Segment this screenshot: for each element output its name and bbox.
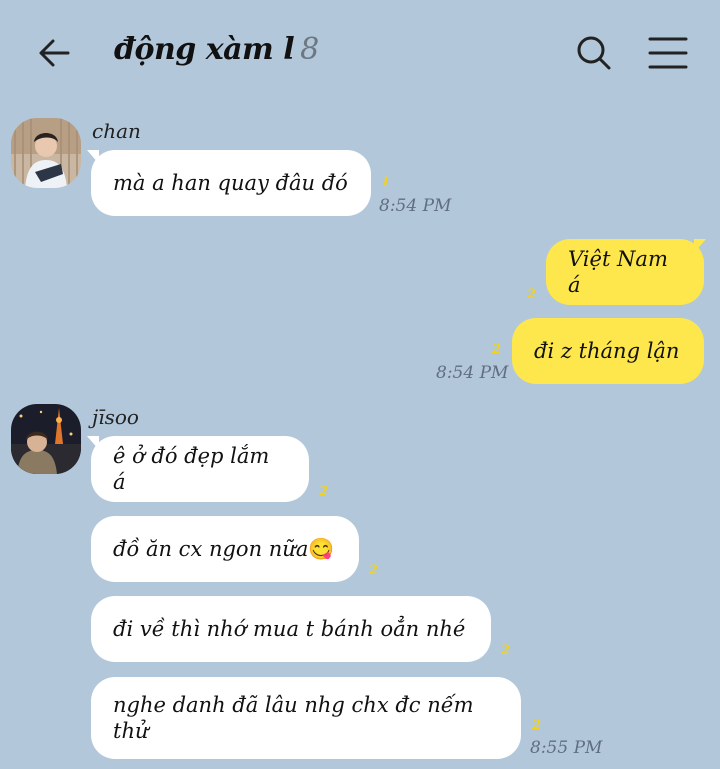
message-time: 8:54 PM <box>379 196 452 216</box>
unread-count: 2 <box>532 718 542 733</box>
message-bubble[interactable]: mà a han quay đâu đó <box>91 150 371 216</box>
message-bubble[interactable]: nghe danh đã lâu nhg chx đc nếm thử <box>91 677 521 759</box>
message-bubble[interactable]: ê ở đó đẹp lắm á <box>91 436 309 502</box>
menu-button[interactable] <box>646 35 690 71</box>
chat-title: động xàm l8 <box>114 32 319 67</box>
message-text: mà a han quay đâu đó <box>113 170 348 195</box>
yum-emoji: 😋 <box>308 536 335 561</box>
chat-name: động xàm l <box>114 32 295 67</box>
message-text: đi về thì nhớ mua t bánh oẳn nhé <box>113 616 466 641</box>
unread-count: 2 <box>492 342 502 357</box>
unread-count: 2 <box>319 484 329 499</box>
sender-name: chan <box>92 119 141 143</box>
message-text: đi z tháng lận <box>534 338 680 363</box>
arrow-left-icon <box>39 39 70 67</box>
message-bubble[interactable]: đi z tháng lận <box>512 318 704 384</box>
member-count: 8 <box>300 32 319 67</box>
unread-count: 2 <box>369 563 379 578</box>
message-time: 8:55 PM <box>530 738 603 758</box>
message-text: ê ở đó đẹp lắm á <box>113 443 270 494</box>
message-text: Việt Nam á <box>568 246 668 297</box>
unread-count: 2 <box>527 287 537 302</box>
avatar-jisoo[interactable] <box>11 404 81 474</box>
avatar-chan[interactable] <box>11 118 81 188</box>
message-bubble[interactable]: đồ ăn cx ngon nữa 😋 <box>91 516 359 582</box>
unread-count: 2 <box>501 643 511 658</box>
chat-header: động xàm l8 <box>0 0 720 100</box>
message-text: nghe danh đã lâu nhg chx đc nếm thử <box>113 692 474 743</box>
search-button[interactable] <box>574 33 614 73</box>
message-text: đồ ăn cx ngon nữa <box>113 536 309 561</box>
message-time: 8:54 PM <box>436 363 509 383</box>
message-bubble[interactable]: Việt Nam á <box>546 239 704 305</box>
sender-name: jīsoo <box>92 405 139 429</box>
back-button[interactable] <box>34 33 74 73</box>
hamburger-menu-icon <box>648 37 688 69</box>
message-bubble[interactable]: đi về thì nhớ mua t bánh oẳn nhé <box>91 596 491 662</box>
search-icon <box>577 36 611 70</box>
unread-count: 1 <box>381 175 391 190</box>
